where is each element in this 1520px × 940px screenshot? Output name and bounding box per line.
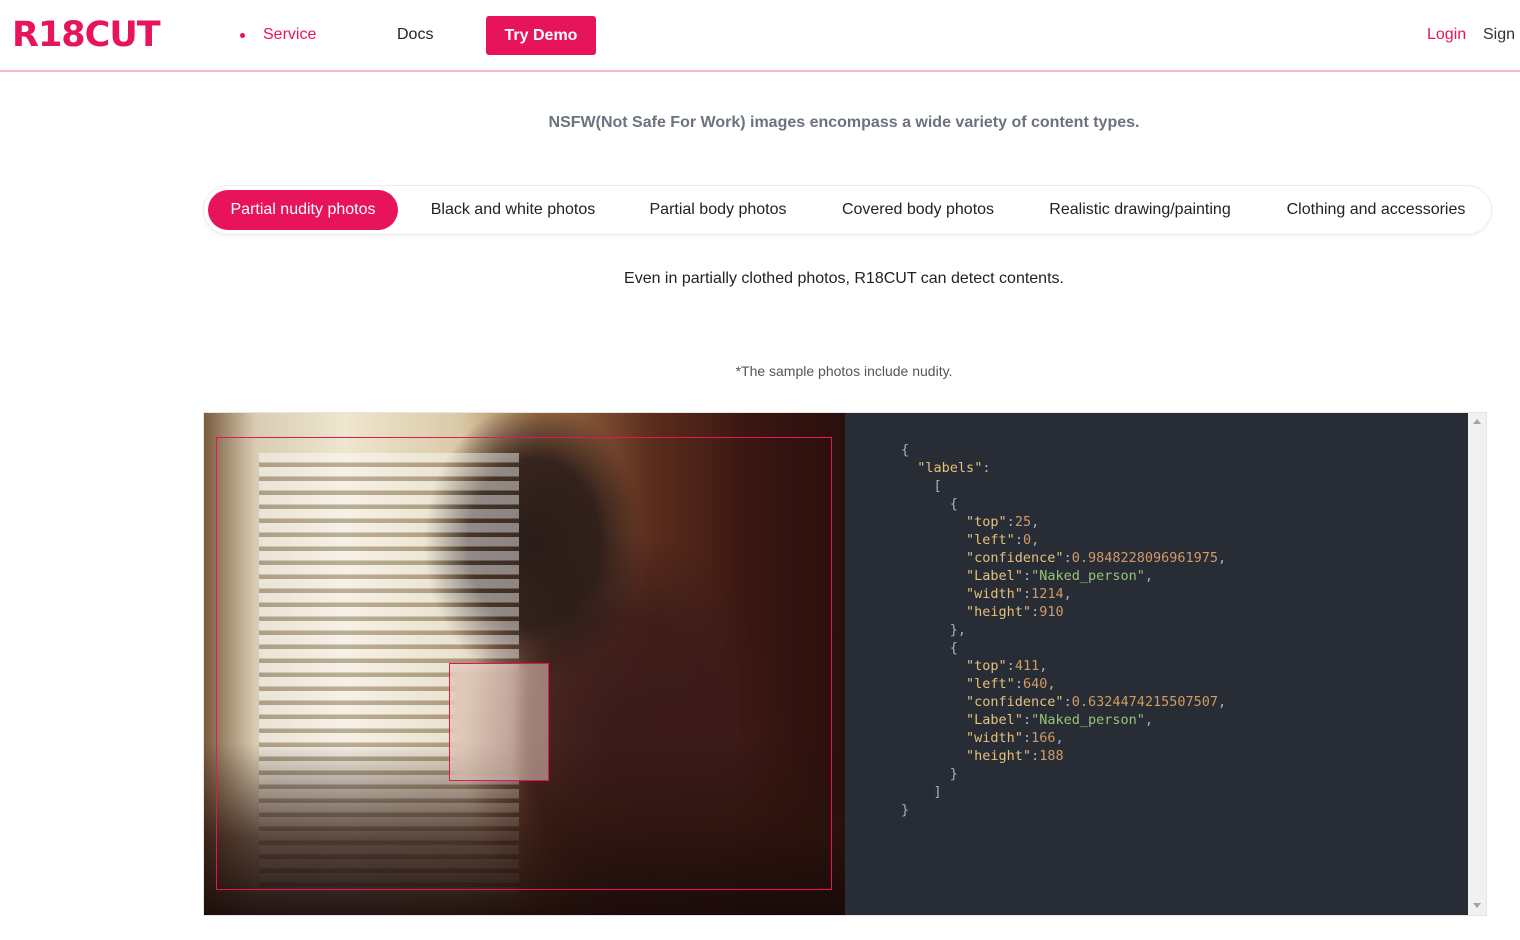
login-link[interactable]: Login (1427, 25, 1466, 45)
nudity-note: *The sample photos include nudity. (735, 363, 953, 379)
demo-panel: { "labels": [ { "top":25, "left":0, "con… (204, 413, 1486, 915)
label1-label: Naked_person (1039, 568, 1137, 584)
label1-width: 1214 (1031, 586, 1064, 602)
sample-photo (204, 413, 845, 915)
sign-link[interactable]: Sign (1483, 25, 1515, 45)
active-dot-icon (240, 32, 245, 38)
tab-partial-body[interactable]: Partial body photos (632, 190, 804, 230)
tab-clothing-accessories[interactable]: Clothing and accessories (1270, 190, 1482, 230)
top-nav-bar: R18CUT Service Docs Try Demo Login Sign (0, 0, 1520, 72)
scroll-down-arrow-icon[interactable] (1473, 903, 1481, 908)
scroll-up-arrow-icon[interactable] (1473, 419, 1481, 424)
tab-black-and-white[interactable]: Black and white photos (412, 190, 614, 230)
label1-height: 910 (1039, 604, 1064, 620)
tab-description: Even in partially clothed photos, R18CUT… (624, 270, 1064, 287)
nav-service-label: Service (263, 26, 317, 43)
label1-top: 25 (1014, 514, 1032, 530)
logo[interactable]: R18CUT (12, 13, 161, 57)
label2-left: 640 (1022, 676, 1048, 692)
label2-height: 188 (1039, 748, 1064, 764)
nav-docs-link[interactable]: Docs (397, 25, 433, 45)
label2-label: Naked_person (1039, 712, 1137, 728)
label1-confidence: 0.9848228096961975 (1071, 550, 1219, 566)
try-demo-button[interactable]: Try Demo (486, 16, 596, 55)
tab-covered-body[interactable]: Covered body photos (826, 190, 1010, 230)
intro-text: NSFW(Not Safe For Work) images encompass… (548, 114, 1140, 131)
label2-top: 411 (1014, 658, 1040, 674)
label2-confidence: 0.6324474215507507 (1071, 694, 1219, 710)
nav-service-link[interactable]: Service (240, 25, 316, 45)
json-result: { "labels": [ { "top":25, "left":0, "con… (901, 442, 1227, 818)
detection-box-2-blurred (449, 663, 549, 781)
tab-realistic-drawing[interactable]: Realistic drawing/painting (1032, 190, 1248, 230)
category-tabs: Partial nudity photos Black and white ph… (204, 186, 1491, 234)
label2-width: 166 (1031, 730, 1056, 746)
label1-left: 0 (1022, 532, 1032, 548)
result-scrollbar[interactable] (1468, 413, 1486, 915)
json-key-labels: labels (925, 460, 975, 476)
tab-partial-nudity[interactable]: Partial nudity photos (208, 190, 398, 230)
